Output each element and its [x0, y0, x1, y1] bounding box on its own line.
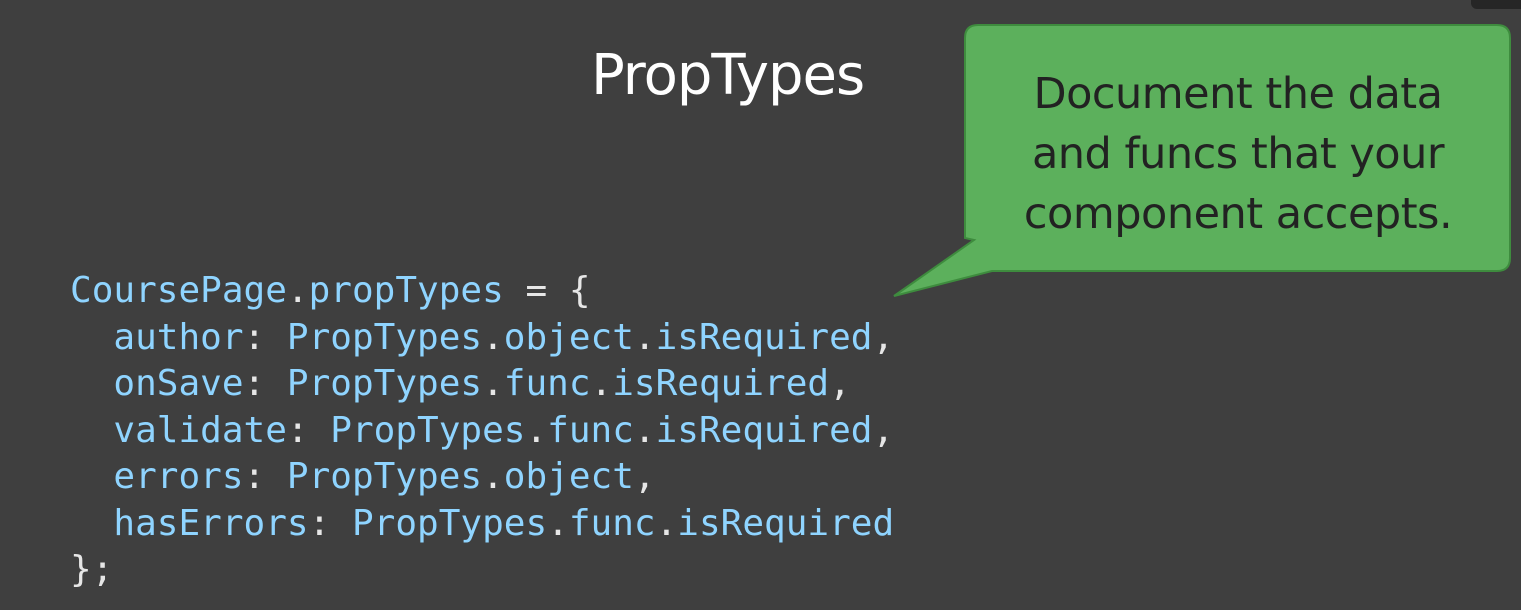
callout-text: Document the data and funcs that your co…	[1023, 69, 1453, 239]
slide-title: PropTypes	[591, 43, 865, 108]
code-line: };	[70, 549, 114, 590]
code-line: validate: PropTypes.func.isRequired,	[113, 409, 895, 451]
code-line: onSave: PropTypes.func.isRequired,	[113, 363, 851, 404]
code-line: errors: PropTypes.object,	[113, 456, 656, 497]
callout-bubble: Document the data and funcs that your co…	[893, 24, 1511, 297]
code-line: author: PropTypes.object.isRequired,	[113, 316, 895, 358]
code-block: CoursePage.propTypes = { author: PropTyp…	[70, 268, 894, 594]
code-line: hasErrors: PropTypes.func.isRequired	[113, 502, 895, 544]
window-corner-control[interactable]	[1471, 0, 1521, 9]
code-line: CoursePage.propTypes = {	[70, 270, 591, 311]
